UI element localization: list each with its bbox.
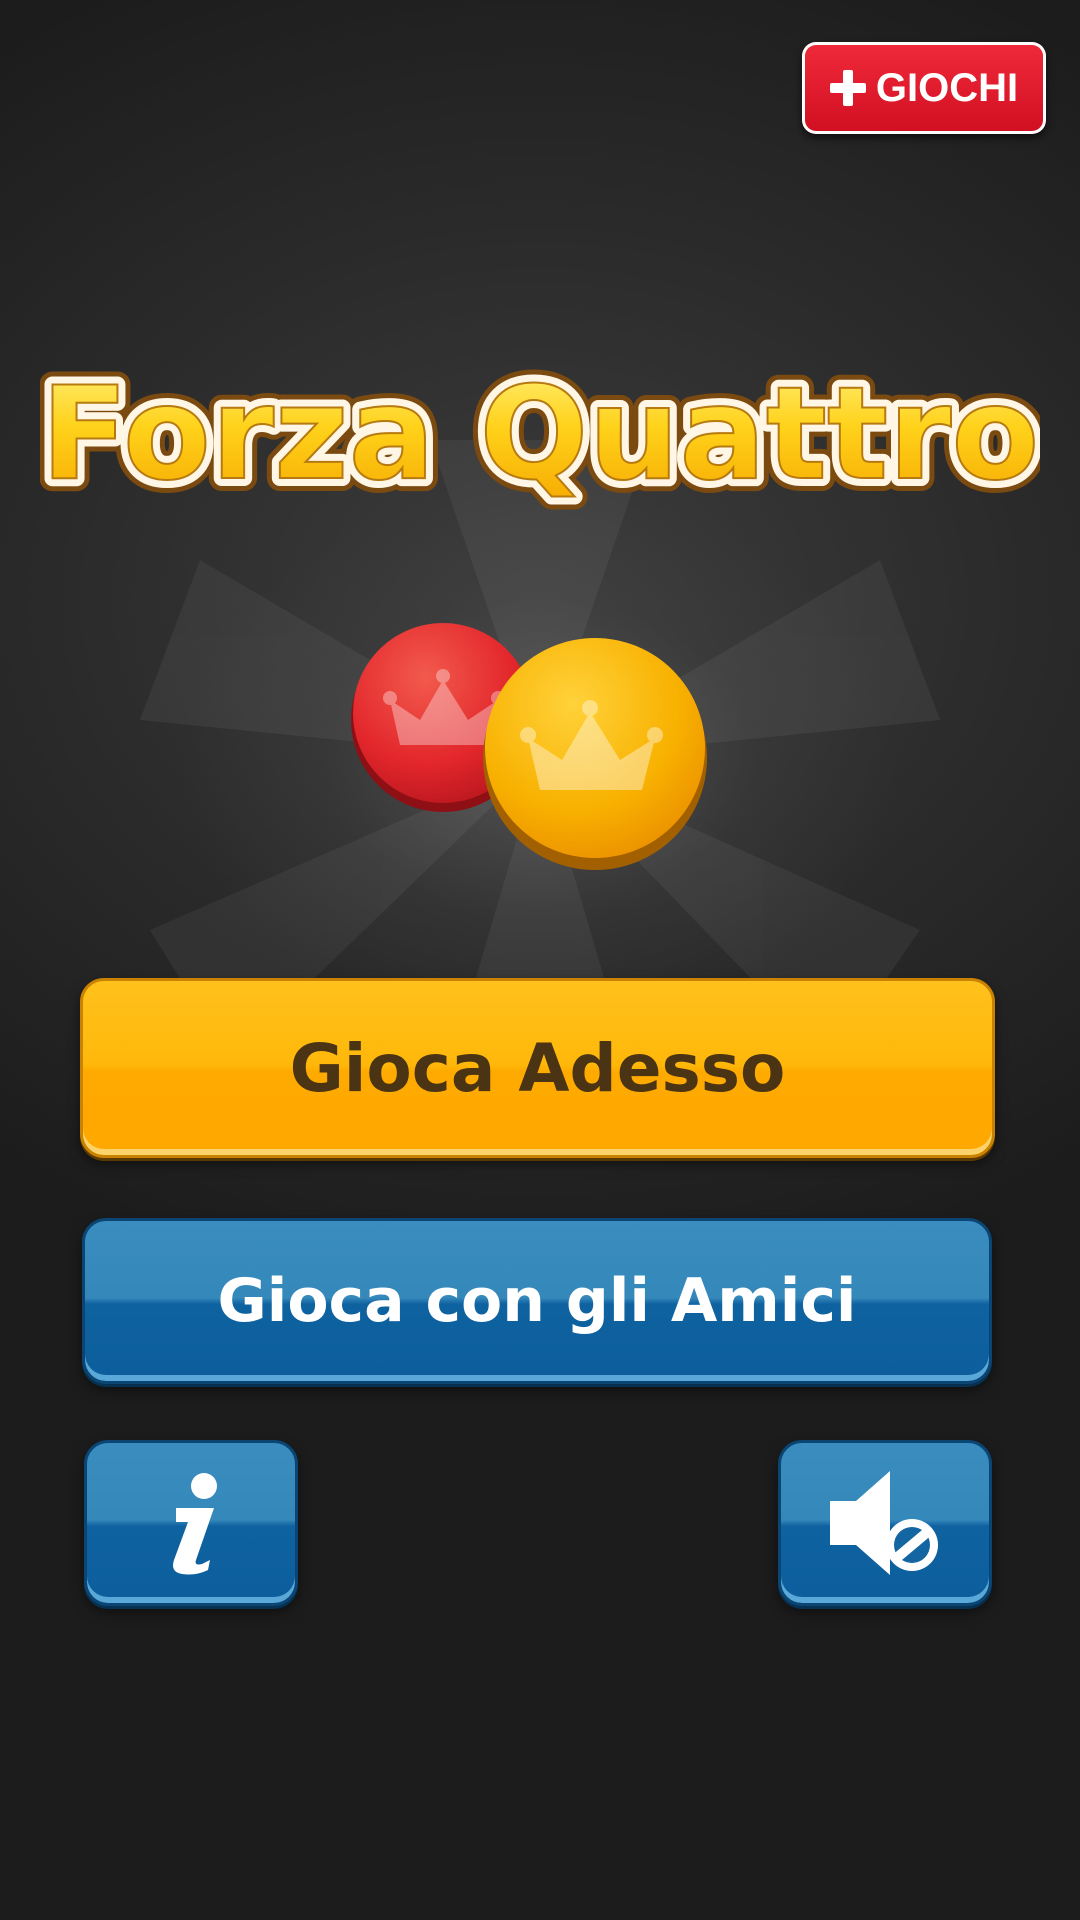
- game-title-fill: Forza Quattro: [41, 360, 1040, 509]
- play-with-friends-label: Gioca con gli Amici: [217, 1266, 857, 1336]
- game-logo: [351, 623, 707, 870]
- background-rays: [140, 440, 940, 1100]
- sound-muted-icon: [830, 1471, 938, 1575]
- game-title: Forza Quattro Forza Quattro Forza Quattr…: [40, 347, 1040, 522]
- plus-icon: [829, 70, 866, 106]
- more-games-label: GIOCHI: [875, 65, 1019, 110]
- sound-toggle-button[interactable]: [778, 1440, 992, 1606]
- info-icon: [173, 1473, 217, 1575]
- yellow-chip: [483, 638, 707, 870]
- play-now-button[interactable]: Gioca Adesso: [80, 978, 995, 1158]
- more-games-button[interactable]: GIOCHI: [802, 42, 1046, 134]
- info-button[interactable]: [84, 1440, 298, 1606]
- play-with-friends-button[interactable]: Gioca con gli Amici: [82, 1218, 992, 1384]
- play-now-label: Gioca Adesso: [289, 1029, 786, 1107]
